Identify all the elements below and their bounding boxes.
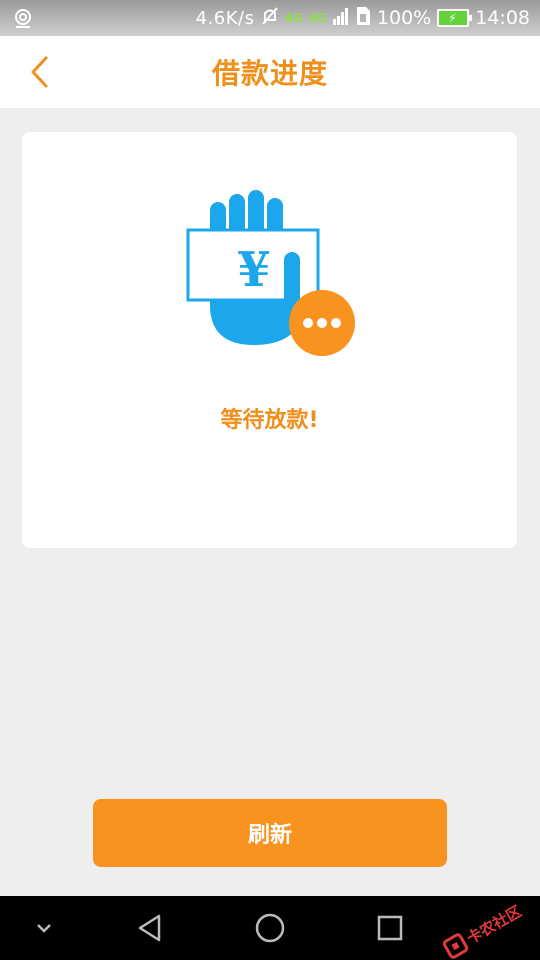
loan-status-card: ¥ 等待放款! <box>22 132 517 548</box>
battery-percent: 100% <box>376 7 432 29</box>
clock: 14:08 <box>475 7 530 29</box>
signal-icon <box>332 7 349 30</box>
home-circle-icon[interactable] <box>250 908 290 948</box>
watermark-logo: 卡农社区 <box>434 885 537 960</box>
mute-icon <box>261 6 279 31</box>
back-triangle-icon[interactable] <box>130 908 170 948</box>
back-button[interactable] <box>18 50 62 94</box>
battery-icon: ⚡ <box>437 9 473 27</box>
status-bar: 4.6K/s 4G 4G 100% ⚡ 14:08 <box>0 0 540 36</box>
chevron-down-icon[interactable] <box>24 908 64 948</box>
recents-square-icon[interactable] <box>370 908 410 948</box>
navigation-bar: 卡农社区 <box>0 896 540 960</box>
refresh-button[interactable]: 刷新 <box>93 799 447 867</box>
network-indicator-1: 4G <box>284 11 303 25</box>
payout-illustration: ¥ <box>184 190 358 360</box>
sim-icon <box>355 6 371 31</box>
chevron-left-icon <box>31 56 48 88</box>
yuan-symbol: ¥ <box>237 242 270 298</box>
location-icon <box>12 7 34 29</box>
page-title: 借款进度 <box>211 57 328 90</box>
status-message: 等待放款! <box>220 408 319 433</box>
header: 借款进度 <box>0 36 540 108</box>
screen: 4.6K/s 4G 4G 100% ⚡ 14:08 借款进度 ¥ 等待放款! 刷… <box>0 0 540 960</box>
network-indicator-2: 4G <box>308 11 327 25</box>
net-speed: 4.6K/s <box>195 7 255 29</box>
